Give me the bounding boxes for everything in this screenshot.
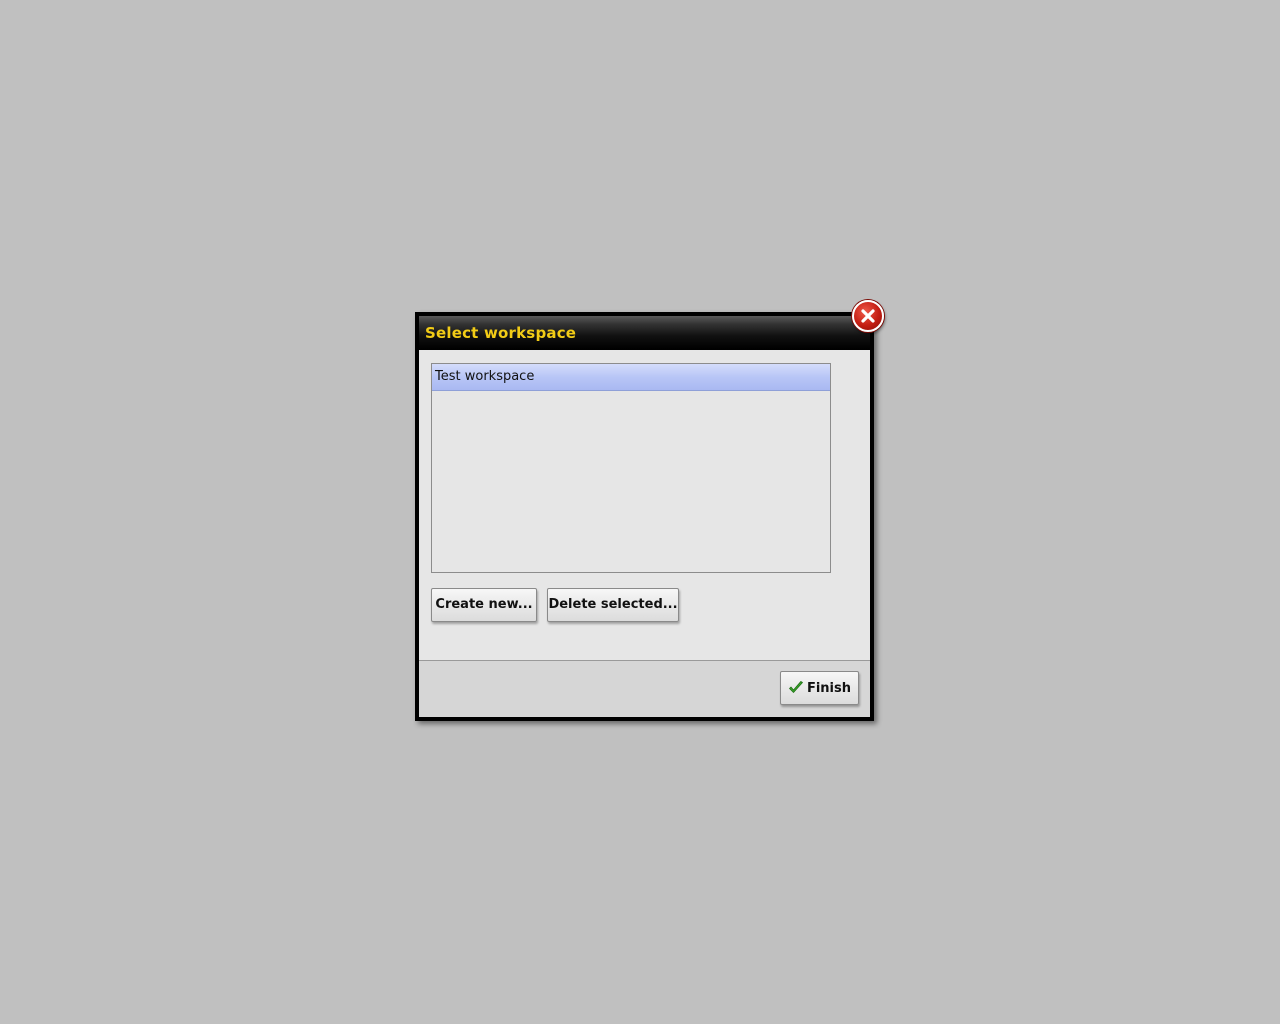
create-new-button[interactable]: Create new... (431, 588, 537, 622)
check-icon (788, 680, 804, 696)
dialog-title: Select workspace (425, 324, 577, 342)
dialog-titlebar[interactable]: Select workspace (419, 316, 870, 350)
finish-button[interactable]: Finish (780, 671, 859, 705)
finish-label: Finish (806, 680, 852, 696)
workspace-list[interactable]: Test workspace (431, 363, 831, 573)
delete-selected-button[interactable]: Delete selected... (547, 588, 679, 622)
select-workspace-dialog: Select workspace Test workspace Create n… (415, 312, 874, 721)
list-item[interactable]: Test workspace (432, 364, 830, 391)
desktop: Select workspace Test workspace Create n… (0, 0, 1280, 1024)
close-button[interactable] (852, 300, 884, 332)
dialog-footer: Finish (419, 660, 870, 717)
close-icon (861, 309, 875, 323)
